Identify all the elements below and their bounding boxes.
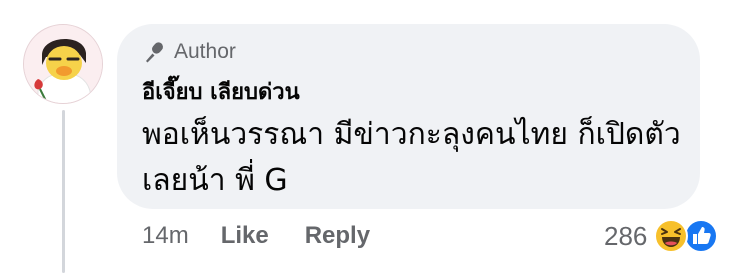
reply-button[interactable]: Reply: [305, 222, 370, 250]
comment-text: พอเห็นวรรณา มีข่าวกะลุงคนไทย ก็เปิดตัว เ…: [142, 117, 681, 198]
thread-line: [62, 110, 65, 273]
like-button[interactable]: Like: [221, 222, 269, 250]
comment-actions: 14m Like Reply: [142, 218, 370, 254]
commenter-avatar[interactable]: [23, 24, 103, 104]
microphone-icon: [146, 42, 163, 63]
avatar-illustration: [24, 25, 102, 103]
reaction-icons: [653, 218, 719, 254]
commenter-name[interactable]: อีเจี๊ยบ เลียบด่วน: [142, 74, 300, 109]
comment-timestamp[interactable]: 14m: [142, 222, 189, 250]
haha-icon: [654, 219, 689, 253]
author-badge-label: Author: [174, 40, 236, 63]
comment-bubble: Author อีเจี๊ยบ เลียบด่วน พอเห็นวรรณา มี…: [117, 24, 700, 209]
reaction-summary[interactable]: 286: [604, 216, 719, 256]
reaction-count: 286: [604, 220, 648, 251]
author-badge: Author: [142, 38, 236, 66]
